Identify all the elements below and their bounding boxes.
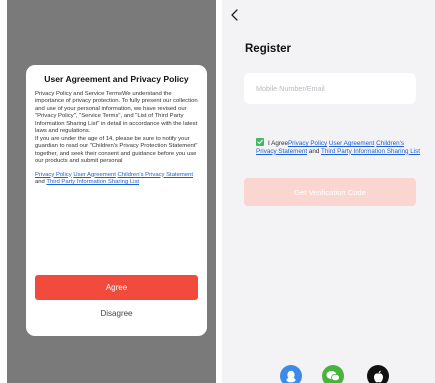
children-privacy-link[interactable]: Children's Privacy Statement bbox=[118, 172, 193, 178]
dialog-paragraph: Privacy Policy and Service TermsWe under… bbox=[35, 91, 198, 135]
and-text: and bbox=[308, 147, 320, 155]
wechat-icon bbox=[326, 371, 340, 382]
privacy-policy-link[interactable]: Privacy Policy bbox=[288, 140, 327, 147]
page-title: Register bbox=[245, 43, 292, 55]
wechat-login-button[interactable] bbox=[322, 365, 344, 383]
checkmark-icon bbox=[257, 139, 263, 145]
user-agreement-link[interactable]: User Agreement bbox=[329, 140, 375, 147]
agree-checkbox[interactable] bbox=[256, 138, 264, 146]
account-input[interactable] bbox=[244, 73, 416, 104]
agree-button[interactable]: Agree bbox=[35, 275, 198, 300]
dialog-title: User Agreement and Privacy Policy bbox=[44, 74, 189, 84]
chevron-left-icon[interactable] bbox=[230, 9, 240, 21]
privacy-policy-link[interactable]: Privacy Policy bbox=[35, 172, 72, 178]
qq-login-button[interactable] bbox=[280, 365, 302, 383]
dialog-body: Privacy Policy and Service TermsWe under… bbox=[35, 91, 198, 166]
user-agreement-link[interactable]: User Agreement bbox=[73, 172, 116, 178]
apple-login-button[interactable] bbox=[367, 365, 389, 383]
register-screen: Register I AgreePrivacy Policy User Agre… bbox=[222, 0, 435, 383]
apple-icon bbox=[373, 370, 383, 382]
and-text: and bbox=[35, 178, 45, 185]
disagree-button[interactable]: Disagree bbox=[26, 309, 207, 318]
dialog-links: Privacy Policy User Agreement Children's… bbox=[35, 172, 198, 187]
privacy-dialog: User Agreement and Privacy Policy Privac… bbox=[26, 65, 207, 336]
dialog-paragraph: If you are under the age of 14, please b… bbox=[35, 135, 198, 165]
dimmed-overlay: User Agreement and Privacy Policy Privac… bbox=[7, 0, 216, 383]
get-verification-code-button[interactable]: Get Verification Code bbox=[244, 178, 416, 206]
qq-icon bbox=[286, 370, 296, 382]
agree-prefix: I Agree bbox=[268, 140, 288, 147]
third-party-list-link[interactable]: Third Party Information Sharing List bbox=[46, 179, 139, 185]
third-party-list-link[interactable]: Third Party Information Sharing List bbox=[321, 148, 420, 155]
agreement-row: I AgreePrivacy Policy User Agreement Chi… bbox=[256, 138, 426, 155]
